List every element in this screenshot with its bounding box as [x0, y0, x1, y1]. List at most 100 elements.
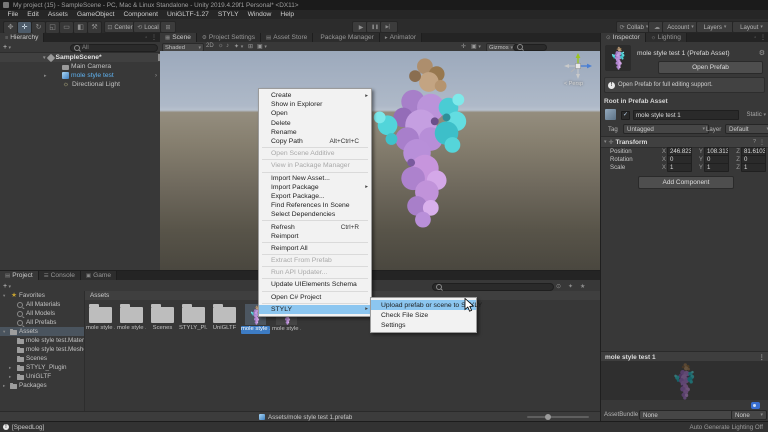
project-tree-item[interactable]: All Models — [0, 309, 84, 318]
view-tab[interactable]: ▦ Scene — [160, 33, 197, 42]
asset-item[interactable]: STYLY_Pl... — [179, 303, 208, 334]
menu-item[interactable]: Component — [119, 10, 163, 19]
view-tab[interactable]: ⚙ Project Settings — [196, 33, 262, 42]
context-menu-item[interactable]: STYLY ▸ — [259, 304, 371, 314]
menu-item[interactable]: Assets — [43, 10, 72, 19]
project-tree-item[interactable]: Assets — [0, 327, 84, 336]
context-menu-item[interactable]: Import New Asset... ▸ — [259, 174, 371, 183]
prefab-nav-icon[interactable]: › — [155, 73, 157, 79]
custom-tool-button[interactable]: ⚒ — [87, 20, 102, 34]
open-prefab-button[interactable]: Open Prefab — [658, 61, 763, 74]
menu-item[interactable]: Window — [243, 10, 276, 19]
context-menu-item[interactable]: Open Scene Additive ▸ — [259, 149, 371, 158]
view-tab[interactable]: ▤ Asset Store — [261, 33, 314, 42]
snap-button[interactable]: ⊞ — [160, 21, 176, 33]
menu-item[interactable]: STYLY — [213, 10, 243, 19]
rect-tool-button[interactable]: ▭ — [59, 20, 74, 34]
hierarchy-item[interactable]: ▸ Directional Light › — [0, 80, 160, 89]
scene-orientation-gizmo[interactable] — [562, 52, 594, 82]
context-menu-item[interactable]: Refresh Ctrl+R ▸ — [259, 222, 371, 231]
project-tree-item[interactable]: All Prefabs — [0, 318, 84, 327]
menu-item[interactable]: GameObject — [72, 10, 119, 19]
scene-fx-dropdown-icon[interactable]: ✦ ▾ — [234, 43, 243, 50]
context-menu-item[interactable]: ▸ — [262, 171, 368, 173]
layout-dropdown[interactable]: Layout ▾ — [732, 21, 768, 33]
space-toggle-button[interactable]: ⟲ Local — [133, 21, 163, 33]
asset-item[interactable]: mole style ... — [86, 303, 115, 334]
context-menu-item[interactable]: Import Package ▸ — [259, 183, 371, 192]
project-tree-item[interactable]: STYLY_Plugin — [0, 363, 84, 372]
context-menu-item[interactable]: Open C# Project ▸ — [259, 293, 371, 302]
context-menu-item[interactable]: Show in Explorer ▸ — [259, 100, 371, 109]
project-tree-item[interactable]: mole style test.Meshes — [0, 345, 84, 354]
expand-arrow-icon[interactable] — [3, 383, 8, 389]
move-tool-button[interactable]: ✛ — [17, 20, 32, 34]
project-tree-item[interactable]: Scenes — [0, 354, 84, 363]
panel-options-icon[interactable]: ◦ ⋮ — [754, 34, 767, 41]
context-menu-item[interactable]: Run API Updater... ▸ — [259, 268, 371, 277]
context-menu-item[interactable]: Select Dependencies ▸ — [259, 210, 371, 219]
project-tree-item[interactable]: mole style test.Materials — [0, 336, 84, 345]
context-menu-item[interactable]: Open ▸ — [259, 109, 371, 118]
pivot-toggle-button[interactable]: ⊡ Center — [104, 21, 136, 33]
x-value-field[interactable]: 1 — [667, 162, 692, 172]
context-menu-item[interactable]: Create ▸ — [259, 91, 371, 100]
preview-menu-icon[interactable]: ⋮ — [759, 353, 766, 361]
hand-tool-button[interactable]: ✥ — [3, 20, 18, 34]
thumbnail-zoom-slider[interactable] — [527, 416, 589, 418]
search-by-label-icon[interactable]: ✦ — [568, 283, 573, 290]
context-menu-item[interactable]: Copy Path Alt+Ctrl+C ▸ — [259, 137, 371, 146]
y-value-field[interactable]: 1 — [704, 162, 729, 172]
menu-item[interactable]: UniGLTF-1.27 — [163, 10, 214, 19]
view-tab[interactable]: Package Manager — [313, 33, 380, 42]
collab-button[interactable]: ⟳ Collab ▾ — [616, 21, 652, 33]
project-tree-item[interactable]: All Materials — [0, 300, 84, 309]
tab-inspector[interactable]: ⊙ Inspector — [601, 33, 646, 42]
submenu-item[interactable]: Settings — [371, 320, 476, 330]
scene-visibility-dropdown-icon[interactable]: ▣ ▾ — [257, 43, 267, 50]
project-tree-item[interactable]: Packages — [0, 381, 84, 390]
scene-lighting-toggle-icon[interactable]: ☼ — [218, 43, 224, 49]
asset-item[interactable]: mole style ... — [117, 303, 146, 334]
menu-item[interactable]: Edit — [23, 10, 44, 19]
gear-icon[interactable]: ⚙ — [759, 49, 765, 57]
scene-grid-toggle-icon[interactable]: ⊞ — [248, 43, 253, 50]
component-menu-icon[interactable]: ⋮ — [759, 139, 765, 146]
context-menu-item[interactable]: View in Package Manager ▸ — [259, 161, 371, 170]
account-dropdown[interactable]: Account ▾ — [662, 21, 699, 33]
context-menu-item[interactable]: ▸ — [262, 278, 368, 280]
context-menu-item[interactable]: Update UIElements Schema ▸ — [259, 280, 371, 289]
context-menu-item[interactable]: ▸ — [262, 254, 368, 255]
view-tab[interactable]: ▸ Animator — [379, 33, 423, 42]
context-menu-item[interactable]: Export Package... ▸ — [259, 192, 371, 201]
asset-item[interactable]: Scenes — [148, 303, 177, 334]
assetbundle-dropdown[interactable]: None ▾ — [639, 410, 739, 420]
z-value-field[interactable]: 1 — [741, 162, 766, 172]
step-button[interactable]: ▶▏ — [380, 21, 398, 33]
expand-arrow-icon[interactable] — [3, 293, 8, 299]
context-menu-item[interactable]: ▸ — [262, 159, 368, 161]
context-menu-item[interactable]: ▸ — [262, 290, 368, 292]
hierarchy-item[interactable]: ▸ Main Camera › — [0, 62, 160, 71]
asset-preview[interactable] — [601, 361, 768, 400]
slider-knob[interactable] — [545, 414, 551, 420]
create-menu-button[interactable]: + ▾ — [3, 44, 11, 51]
transform-tool-button[interactable]: ◧ — [73, 20, 88, 34]
tag-dropdown[interactable]: Untagged ▾ — [623, 124, 709, 134]
panel-options-icon[interactable]: ◦ ⋮ — [145, 34, 158, 41]
context-menu-item[interactable]: Delete ▸ — [259, 119, 371, 128]
assetbundle-variant-dropdown[interactable]: None ▾ — [731, 410, 767, 420]
context-menu-item[interactable]: Extract From Prefab ▸ — [259, 256, 371, 265]
expand-arrow-icon[interactable] — [9, 365, 14, 371]
perspective-label[interactable]: < Persp — [564, 81, 583, 87]
object-name-field[interactable]: mole style test 1 — [633, 110, 739, 120]
context-menu-item[interactable]: Rename ▸ — [259, 128, 371, 137]
static-dropdown[interactable]: Static ▾ — [747, 111, 766, 118]
save-search-icon[interactable]: ★ — [580, 283, 585, 290]
tab-lighting[interactable]: ☼ Lighting — [645, 33, 687, 42]
context-menu-item[interactable]: ▸ — [262, 241, 368, 243]
status-message[interactable]: [SpeedLog] — [12, 424, 44, 431]
context-menu-item[interactable]: Find References In Scene ▸ — [259, 201, 371, 210]
context-menu-item[interactable]: ▸ — [262, 302, 368, 304]
submenu-item[interactable]: Check File Size — [371, 310, 476, 320]
